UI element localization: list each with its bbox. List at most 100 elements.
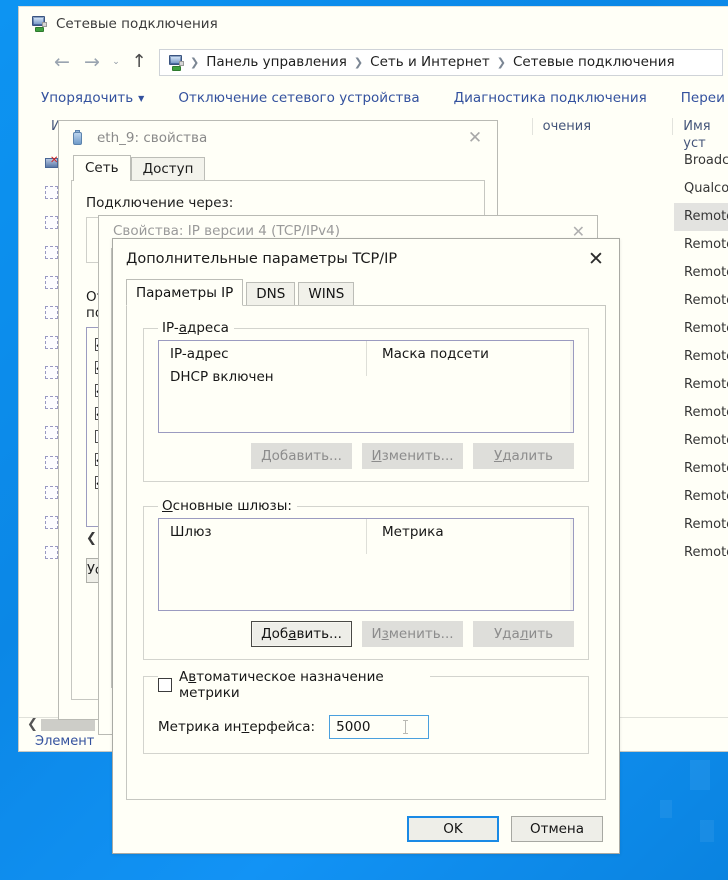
column-header-gateway[interactable]: Шлюз xyxy=(159,524,371,540)
breadcrumb-separator: ❯ xyxy=(188,56,201,69)
breadcrumb-network-icon xyxy=(168,55,183,70)
gateway-remove-button[interactable]: Удалить xyxy=(473,621,574,647)
list-item[interactable]: Qualcor xyxy=(674,175,728,203)
ip-remove-button[interactable]: Удалить xyxy=(473,443,574,469)
list-item[interactable]: Remote xyxy=(674,399,728,427)
label-pre: А xyxy=(179,669,188,685)
list-item[interactable]: Broadcc xyxy=(674,147,728,175)
listbox-scrollbar[interactable] xyxy=(570,519,573,610)
breadcrumb-separator: ❯ xyxy=(352,56,365,69)
ipv4-title: Свойства: IP версии 4 (TCP/IPv4) xyxy=(113,223,340,239)
ip-settings-panel: IP-адреса IP-адрес Маска подсети DHCP вк… xyxy=(126,305,606,800)
breadcrumb-item-2[interactable]: Сетевые подключения xyxy=(513,54,675,70)
ip-addresses-group: IP-адреса IP-адрес Маска подсети DHCP вк… xyxy=(143,320,589,482)
ip-add-button[interactable]: Добавить... xyxy=(251,443,352,469)
desktop-texture-3 xyxy=(700,820,714,842)
gateway-add-button[interactable]: Добавить... xyxy=(251,621,352,647)
list-item[interactable]: Remote xyxy=(674,539,728,567)
eth9-title: eth_9: свойства xyxy=(97,130,207,146)
label-post: менить... xyxy=(389,626,454,642)
accel: И xyxy=(371,448,381,464)
breadcrumb[interactable]: ❯ Панель управления ❯ Сеть и Интернет ❯ … xyxy=(159,49,723,76)
gateway-edit-button[interactable]: Изменить... xyxy=(362,621,463,647)
adapter-icon xyxy=(45,366,58,379)
desktop-texture-2 xyxy=(660,800,672,818)
adapter-icon xyxy=(45,216,58,229)
advanced-tcpip-dialog[interactable]: Дополнительные параметры TCP/IP ✕ Параме… xyxy=(112,238,620,854)
column-header-metric[interactable]: Метрика xyxy=(371,524,444,540)
breadcrumb-separator: ❯ xyxy=(495,56,508,69)
back-button[interactable]: ← xyxy=(47,48,77,76)
close-icon[interactable]: ✕ xyxy=(573,240,619,278)
list-item[interactable]: Remote xyxy=(674,483,728,511)
up-button[interactable]: ↑ xyxy=(125,48,153,76)
column-header-subnet-mask[interactable]: Маска подсети xyxy=(371,346,489,362)
column-header-connection[interactable]: очения xyxy=(532,118,673,135)
address-bar-row: ← → ⌄ ↑ ❯ Панель управления ❯ Сеть и Инт… xyxy=(19,41,728,83)
tab-wins[interactable]: WINS xyxy=(298,282,354,306)
interface-metric-group: Автоматическое назначение метрики Метрик… xyxy=(143,676,589,754)
label: зменить... xyxy=(382,448,454,464)
ip-edit-button[interactable]: Изменить... xyxy=(362,443,463,469)
forward-button[interactable]: → xyxy=(77,48,107,76)
eth9-titlebar: eth_9: свойства ✕ xyxy=(59,121,497,155)
list-item[interactable]: Remote xyxy=(674,287,728,315)
gateways-listbox[interactable]: Шлюз Метрика xyxy=(158,518,574,611)
ip-addresses-legend: IP-адреса xyxy=(158,320,234,336)
list-item[interactable]: Remote xyxy=(674,455,728,483)
diagnose-connection-button[interactable]: Диагностика подключения xyxy=(454,90,647,106)
window-titlebar: Сетевые подключения xyxy=(19,7,728,41)
disconnected-adapter-icon xyxy=(45,156,58,169)
scroll-left-arrow-icon[interactable]: ❮ xyxy=(27,717,38,732)
breadcrumb-item-0[interactable]: Панель управления xyxy=(206,54,347,70)
organize-menu-button[interactable]: Упорядочить ▼ xyxy=(41,90,144,106)
column-header-device-name[interactable]: Имя уст xyxy=(672,118,728,135)
eth9-tabstrip: Сеть Доступ xyxy=(59,155,497,181)
network-connections-icon xyxy=(31,16,48,33)
list-item[interactable]: Remote xyxy=(674,203,728,231)
list-item[interactable]: Remote xyxy=(674,259,728,287)
adapter-icon xyxy=(45,306,58,319)
ip-addresses-listbox[interactable]: IP-адрес Маска подсети DHCP включен xyxy=(158,340,574,433)
label-post: томатическое назначение метрики xyxy=(179,669,384,701)
list-item[interactable]: Remote xyxy=(674,427,728,455)
adapter-icon xyxy=(45,546,58,559)
label-post: ить xyxy=(528,626,553,642)
window-title: Сетевые подключения xyxy=(56,16,218,32)
tab-network[interactable]: Сеть xyxy=(73,155,131,181)
checkbox-icon[interactable] xyxy=(158,678,172,692)
interface-metric-input[interactable]: 5000 xyxy=(329,715,429,739)
history-dropdown-icon[interactable]: ⌄ xyxy=(107,48,125,76)
tab-dns[interactable]: DNS xyxy=(246,282,295,306)
device-name-column: BroadccQualcorRemoteRemoteRemoteRemoteRe… xyxy=(674,147,728,567)
listbox-scrollbar[interactable] xyxy=(570,341,573,432)
adapter-icon xyxy=(45,486,58,499)
list-item[interactable]: Remote xyxy=(674,315,728,343)
connect-via-label: Подключение через: xyxy=(86,195,470,211)
column-header-ip-address[interactable]: IP-адрес xyxy=(159,346,371,362)
tab-sharing[interactable]: Доступ xyxy=(131,157,206,181)
advanced-titlebar: Дополнительные параметры TCP/IP ✕ xyxy=(113,239,619,279)
tab-ip-settings[interactable]: Параметры IP xyxy=(126,279,243,306)
list-item[interactable]: Remote xyxy=(674,343,728,371)
list-item[interactable]: Remote xyxy=(674,231,728,259)
list-item[interactable]: Remote xyxy=(674,371,728,399)
cancel-button[interactable]: Отмена xyxy=(511,816,603,842)
network-adapter-icon xyxy=(71,130,85,146)
interface-metric-label: Метрика интерфейса: xyxy=(158,719,315,735)
legend-post: дреса xyxy=(187,320,229,336)
adapter-icon xyxy=(45,426,58,439)
label-post: ерфейса: xyxy=(249,719,315,735)
scrollbar-thumb[interactable] xyxy=(41,719,95,731)
gateway-buttons-row: Добавить... Изменить... Удалить xyxy=(158,621,574,647)
label: обавить... xyxy=(272,448,342,464)
rename-button[interactable]: Переи xyxy=(681,90,725,106)
list-item[interactable]: Remote xyxy=(674,511,728,539)
default-gateways-group: Основные шлюзы: Шлюз Метрика Добавить...… xyxy=(143,498,589,660)
automatic-metric-checkbox[interactable]: Автоматическое назначение метрики xyxy=(158,669,430,701)
accel: Д xyxy=(261,448,272,464)
close-icon[interactable]: ✕ xyxy=(453,123,497,153)
ok-button[interactable]: OK xyxy=(407,816,499,842)
breadcrumb-item-1[interactable]: Сеть и Интернет xyxy=(370,54,490,70)
disable-device-button[interactable]: Отключение сетевого устройства xyxy=(178,90,419,106)
